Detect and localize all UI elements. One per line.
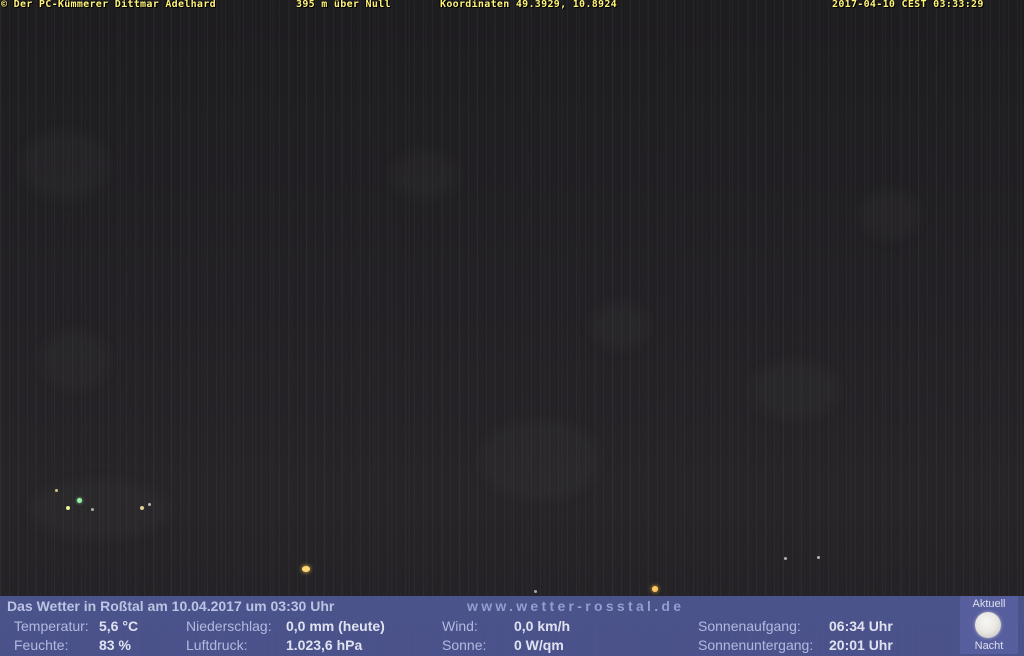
sunset-value: 20:01 Uhr	[829, 637, 893, 653]
humidity-label: Feuchte:	[14, 637, 69, 653]
distant-light	[534, 590, 537, 593]
distant-light	[784, 557, 787, 560]
sunset-label: Sonnenuntergang:	[698, 637, 814, 653]
noise-patch	[390, 150, 460, 200]
noise-patch	[30, 480, 170, 540]
noise-patch	[860, 190, 920, 240]
sun-label: Sonne:	[442, 637, 487, 653]
webcam-night-image	[0, 0, 1024, 656]
distant-light	[91, 508, 94, 511]
sunrise-value: 06:34 Uhr	[829, 618, 893, 634]
noise-patch	[20, 130, 110, 200]
altitude-text: 395 m über Null	[296, 0, 391, 10]
weather-title: Das Wetter in Roßtal am 10.04.2017 um 03…	[7, 598, 335, 614]
moon-phase-box: Aktuell Nacht	[960, 596, 1018, 654]
noise-patch	[40, 330, 110, 390]
moon-current-label: Aktuell	[972, 598, 1006, 610]
wind-value: 0,0 km/h	[514, 618, 571, 634]
pressure-label: Luftdruck:	[186, 637, 248, 653]
moon-night-label: Nacht	[974, 640, 1004, 652]
sunrise-label: Sonnenaufgang:	[698, 618, 801, 634]
precipitation-label: Niederschlag:	[186, 618, 272, 634]
distant-light	[55, 489, 58, 492]
distant-light	[148, 503, 151, 506]
precipitation-value: 0,0 mm (heute)	[286, 618, 385, 634]
wind-label: Wind:	[442, 618, 478, 634]
humidity-value: 83 %	[99, 637, 131, 653]
distant-light	[140, 506, 144, 510]
distant-light	[77, 498, 82, 503]
sun-value: 0 W/qm	[514, 637, 564, 653]
website-link[interactable]: www.wetter-rosstal.de	[467, 598, 684, 614]
webcam-info-overlay: © Der PC-Kümmerer Dittmar Adelhard 395 m…	[0, 0, 1024, 11]
temperature-value: 5,6 °C	[99, 618, 139, 634]
coordinates-text: Koordinaten 49.3929, 10.8924	[440, 0, 617, 10]
street-light	[302, 566, 310, 572]
street-light	[652, 586, 658, 592]
full-moon-icon	[975, 612, 1001, 638]
noise-patch	[750, 360, 840, 420]
noise-patch	[590, 300, 650, 350]
distant-light	[817, 556, 820, 559]
noise-patch	[480, 420, 600, 500]
temperature-label: Temperatur:	[14, 618, 89, 634]
timestamp-text: 2017-04-10 CEST 03:33:29	[832, 0, 984, 10]
weather-panel: Das Wetter in Roßtal am 10.04.2017 um 03…	[0, 596, 1024, 656]
pressure-value: 1.023,6 hPa	[286, 637, 363, 653]
distant-light	[66, 506, 70, 510]
copyright-text: © Der PC-Kümmerer Dittmar Adelhard	[1, 0, 216, 10]
